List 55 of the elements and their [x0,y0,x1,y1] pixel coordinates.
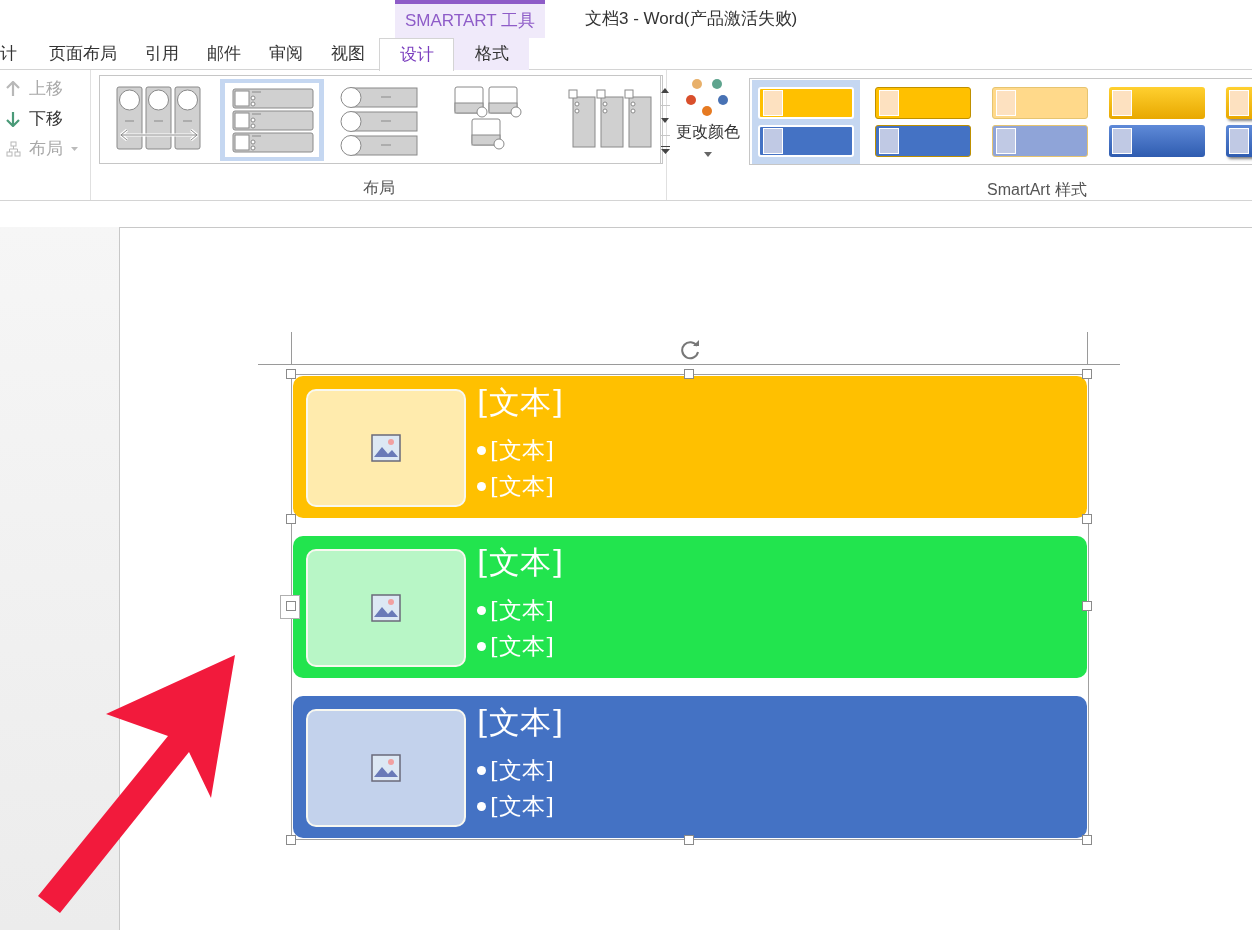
resize-handle[interactable] [684,369,694,379]
resize-handle[interactable] [286,369,296,379]
ribbon-tab[interactable]: 格式 [454,38,529,70]
down-button[interactable]: 下移 [6,106,63,132]
arrow-up-icon [6,81,21,97]
more-icon [660,145,670,154]
ribbon-tab[interactable]: 设计 [379,38,454,71]
window-title: 文档3 - Word(产品激活失败) [585,8,798,30]
bullet-icon [477,481,486,491]
resize-handle[interactable] [286,601,296,611]
bullet-text: [文本] [490,472,554,501]
item-title: [文本] [477,544,564,580]
bullet-text: [文本] [490,792,554,821]
bullet-text: [文本] [490,632,554,661]
ribbon-tab[interactable]: 视图 [317,38,379,70]
hierarchy-icon [6,141,21,157]
bullet-icon [477,765,486,775]
triangle-up-icon [661,88,669,93]
change-colors-button[interactable]: 更改颜色 [667,70,749,165]
arrow-down-icon [6,111,21,127]
bullet-text: [文本] [490,756,554,785]
caret-icon [704,152,712,157]
image-icon [371,434,401,462]
picture-placeholder[interactable] [306,709,466,827]
resize-handle[interactable] [1082,514,1092,524]
caret-icon [71,147,78,151]
bullet-icon [477,605,486,615]
bullet-icon [477,641,486,651]
style-thumbnail[interactable] [752,79,860,164]
resize-handle[interactable] [1082,601,1092,611]
bullet-icon [477,801,486,811]
ribbon-tab[interactable]: 计 [0,38,35,70]
ribbon-tab[interactable]: 页面布局 [35,38,131,70]
resize-handle[interactable] [1082,369,1092,379]
item-title: [文本] [477,704,564,740]
layout-thumbnail[interactable] [219,78,324,161]
triangle-down-icon [661,118,669,123]
contextual-tab-group-label: SMARTART 工具 [404,10,535,33]
image-icon [371,754,401,782]
item-title: [文本] [477,384,564,420]
ribbon-tab[interactable]: 引用 [131,38,193,70]
ribbon-tab[interactable]: 审阅 [255,38,317,70]
rotate-handle-icon[interactable] [678,338,702,360]
resize-handle[interactable] [286,835,296,845]
layout-preview-icon [224,82,319,157]
ribbon-tab[interactable]: 邮件 [193,38,255,70]
image-icon [371,594,401,622]
resize-handle[interactable] [1082,835,1092,845]
resize-handle[interactable] [684,835,694,845]
group-label: 布局 [362,178,395,198]
group-label: SmartArt 样式 [987,180,1088,200]
bullet-text: [文本] [490,436,554,465]
resize-handle[interactable] [286,514,296,524]
bullet-icon [477,445,486,455]
bullet-text: [文本] [490,596,554,625]
